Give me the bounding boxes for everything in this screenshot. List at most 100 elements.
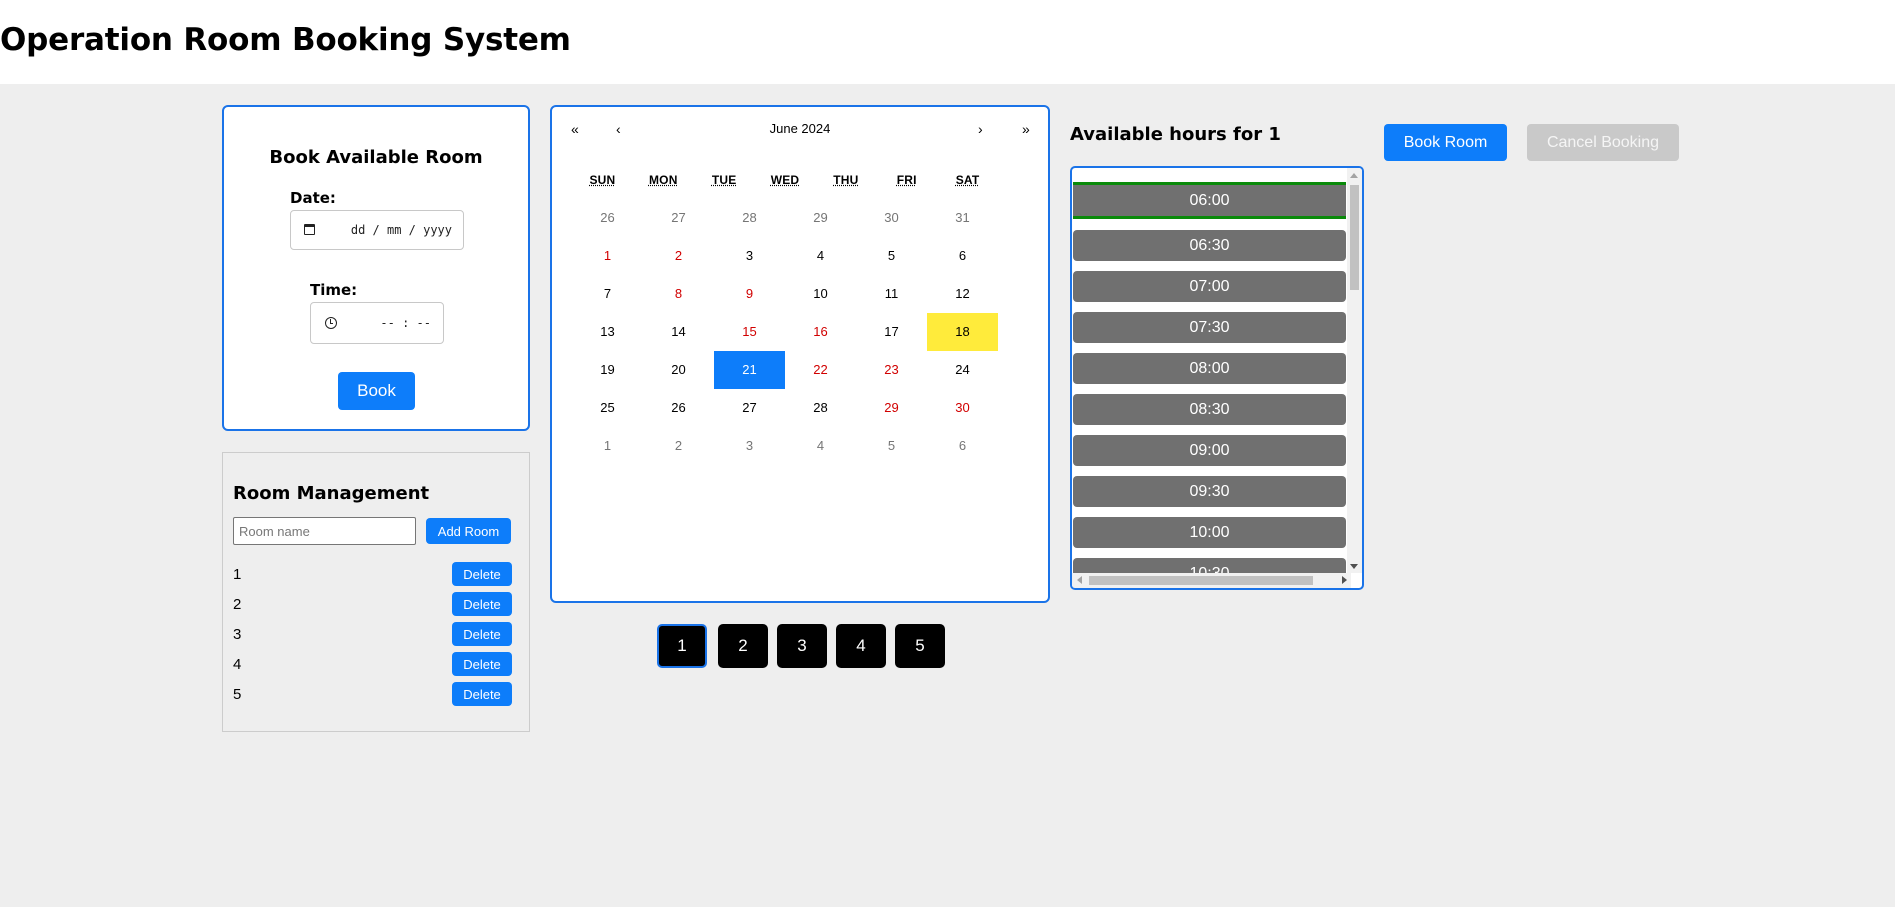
clock-icon[interactable] (325, 317, 337, 329)
calendar-day[interactable]: 6 (927, 427, 998, 465)
room-name-input[interactable] (233, 517, 416, 545)
add-room-button[interactable]: Add Room (426, 518, 511, 544)
date-input[interactable]: dd / mm / yyyy (290, 210, 464, 250)
calendar-day[interactable]: 7 (572, 275, 643, 313)
time-slot[interactable]: 08:00 (1073, 353, 1346, 384)
delete-room-button[interactable]: Delete (452, 622, 512, 646)
calendar-day[interactable]: 5 (856, 427, 927, 465)
calendar-day[interactable]: 27 (714, 389, 785, 427)
time-slot[interactable]: 07:30 (1073, 312, 1346, 343)
calendar-day[interactable]: 9 (714, 275, 785, 313)
calendar-day[interactable]: 24 (927, 351, 998, 389)
calendar-day[interactable]: 28 (785, 389, 856, 427)
room-row: 5 Delete (233, 682, 523, 708)
delete-room-button[interactable]: Delete (452, 652, 512, 676)
calendar-day[interactable]: 19 (572, 351, 643, 389)
room-name: 2 (233, 596, 242, 613)
scroll-down-icon[interactable] (1350, 564, 1358, 569)
delete-room-button[interactable]: Delete (452, 562, 512, 586)
room-name: 4 (233, 656, 242, 673)
horizontal-scrollbar[interactable] (1072, 573, 1351, 588)
time-slot[interactable]: 08:30 (1073, 394, 1346, 425)
calendar-day[interactable]: 27 (643, 199, 714, 237)
calendar-day[interactable]: 20 (643, 351, 714, 389)
scroll-up-icon[interactable] (1350, 173, 1358, 178)
calendar-day[interactable]: 26 (572, 199, 643, 237)
delete-room-button[interactable]: Delete (452, 682, 512, 706)
book-room-button[interactable]: Book Room (1384, 124, 1507, 161)
calendar-day[interactable]: 29 (856, 389, 927, 427)
calendar-day[interactable]: 18 (927, 313, 998, 351)
calendar-day[interactable]: 1 (572, 237, 643, 275)
calendar-icon[interactable] (304, 224, 315, 235)
calendar-day[interactable]: 25 (572, 389, 643, 427)
room-page-button[interactable]: 5 (895, 624, 945, 668)
available-hours-title: Available hours for 1 (1070, 124, 1281, 145)
calendar-day[interactable]: 1 (572, 427, 643, 465)
room-page-button[interactable]: 3 (777, 624, 827, 668)
cancel-booking-button[interactable]: Cancel Booking (1527, 124, 1679, 161)
calendar-day[interactable]: 14 (643, 313, 714, 351)
hours-list[interactable]: 06:00 06:30 07:00 07:30 08:00 08:30 09:00 09:30… (1070, 166, 1364, 590)
calendar-day[interactable]: 10 (785, 275, 856, 313)
calendar-day[interactable]: 4 (785, 427, 856, 465)
delete-room-button[interactable]: Delete (452, 592, 512, 616)
next-month-button[interactable]: › (978, 121, 983, 137)
calendar-day[interactable]: 2 (643, 237, 714, 275)
calendar-day[interactable]: 8 (643, 275, 714, 313)
calendar-day[interactable]: 2 (643, 427, 714, 465)
header-bar: Operation Room Booking System (0, 0, 1895, 84)
calendar-day[interactable]: 30 (856, 199, 927, 237)
calendar-days: 26 27 28 29 30 31 1 2 3 4 5 6 7 8 9 10 11 12 13 14 15 16 17 18 1… (572, 199, 998, 465)
calendar-day[interactable]: 15 (714, 313, 785, 351)
time-slot[interactable]: 06:30 (1073, 230, 1346, 261)
room-row: 2 Delete (233, 592, 523, 618)
calendar-day[interactable]: 21 (714, 351, 785, 389)
time-slot[interactable]: 06:00 (1073, 182, 1346, 219)
calendar-day[interactable]: 17 (856, 313, 927, 351)
calendar-day[interactable]: 28 (714, 199, 785, 237)
calendar-month-title[interactable]: June 2024 (552, 121, 1048, 136)
scroll-right-icon[interactable] (1342, 576, 1347, 584)
calendar-day[interactable]: 13 (572, 313, 643, 351)
room-page-button[interactable]: 2 (718, 624, 768, 668)
time-slot[interactable]: 09:30 (1073, 476, 1346, 507)
room-row: 3 Delete (233, 622, 523, 648)
calendar-day[interactable]: 5 (856, 237, 927, 275)
vertical-scrollbar[interactable] (1347, 168, 1362, 573)
calendar-day[interactable]: 26 (643, 389, 714, 427)
date-placeholder: dd / mm / yyyy (350, 223, 452, 237)
calendar-day[interactable]: 3 (714, 427, 785, 465)
scroll-thumb[interactable] (1350, 185, 1359, 290)
calendar-day[interactable]: 6 (927, 237, 998, 275)
calendar-day[interactable]: 30 (927, 389, 998, 427)
time-slot[interactable]: 07:00 (1073, 271, 1346, 302)
room-page-button[interactable]: 4 (836, 624, 886, 668)
calendar-day[interactable]: 31 (927, 199, 998, 237)
calendar-day[interactable]: 16 (785, 313, 856, 351)
room-page-button[interactable]: 1 (657, 624, 707, 668)
time-slot[interactable]: 10:00 (1073, 517, 1346, 548)
time-slot[interactable]: 09:00 (1073, 435, 1346, 466)
calendar-day[interactable]: 4 (785, 237, 856, 275)
calendar-day[interactable]: 23 (856, 351, 927, 389)
scroll-left-icon[interactable] (1077, 576, 1082, 584)
calendar-day[interactable]: 22 (785, 351, 856, 389)
room-management-heading: Room Management (233, 483, 430, 504)
time-input[interactable]: -- : -- (310, 302, 444, 344)
calendar-day[interactable]: 3 (714, 237, 785, 275)
weekday-header: SAT (955, 173, 980, 187)
next-year-button[interactable]: » (1022, 121, 1030, 137)
scroll-thumb-horizontal[interactable] (1089, 576, 1313, 585)
book-button[interactable]: Book (338, 372, 415, 410)
calendar-day[interactable]: 29 (785, 199, 856, 237)
weekday-header: WED (770, 173, 800, 187)
book-room-panel: Book Available Room Date: dd / mm / yyyy… (222, 105, 530, 431)
date-label: Date: (290, 189, 336, 207)
room-name: 3 (233, 626, 242, 643)
calendar-day[interactable]: 12 (927, 275, 998, 313)
weekday-header: SUN (589, 173, 616, 187)
weekday-header: FRI (896, 173, 917, 187)
calendar-day[interactable]: 11 (856, 275, 927, 313)
room-management-panel: Room Management Add Room 1Delete2Delete3… (222, 452, 530, 732)
